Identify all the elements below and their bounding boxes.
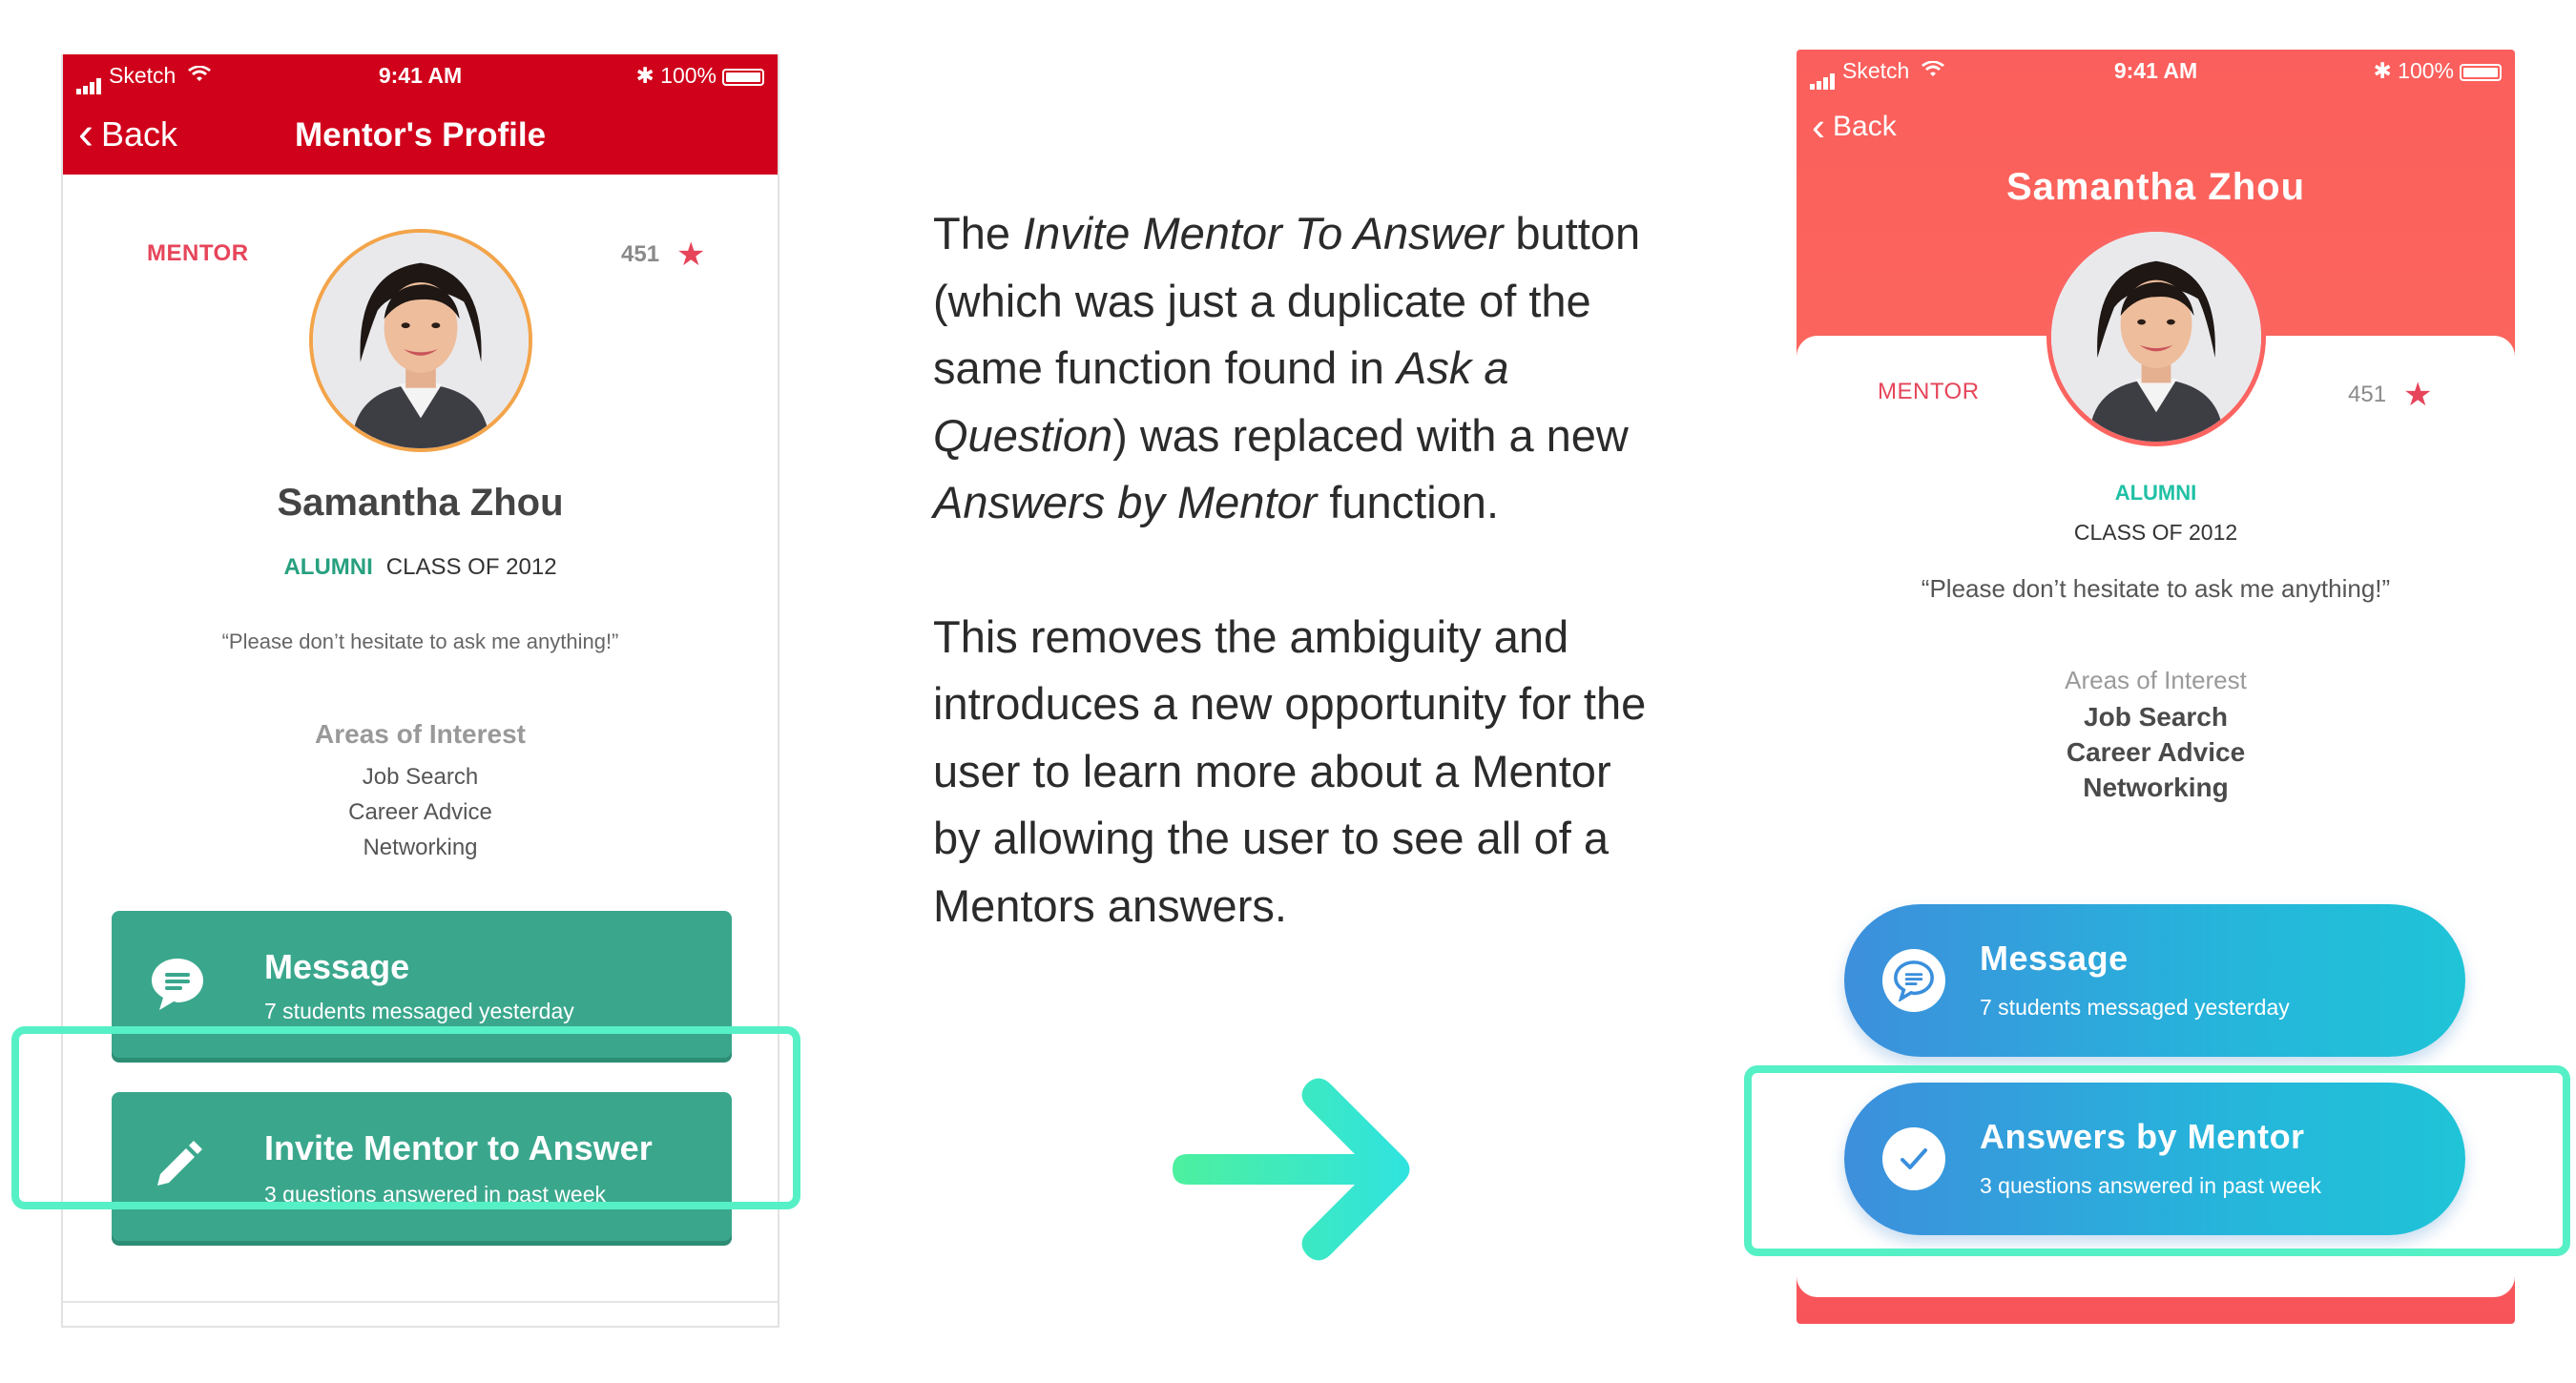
mentor-tag: MENTOR — [1878, 379, 1980, 404]
message-label: Message — [1980, 939, 2129, 978]
area-item: Networking — [363, 835, 478, 860]
mentor-quote: “Please don’t hesitate to ask me anythin… — [221, 630, 619, 653]
rating-value: 451 — [621, 241, 660, 267]
battery-percent: 100% — [2398, 58, 2454, 83]
battery: ✱ 100% — [635, 63, 764, 89]
rating: 451 ★ — [621, 236, 706, 274]
mentor-name: Samantha Zhou — [277, 482, 564, 524]
area-item: Job Search — [362, 764, 479, 790]
battery: ✱ 100% — [2373, 58, 2502, 84]
star-icon: ★ — [676, 237, 706, 273]
avatar — [2046, 227, 2266, 446]
description-paragraph-1: The Invite Mentor To Answer button (whic… — [933, 200, 1658, 537]
mentor-photo — [313, 233, 529, 448]
text-run-italic: Invite Mentor To Answer — [1023, 208, 1504, 258]
page-title: Mentor's Profile — [294, 116, 547, 154]
battery-percent: 100% — [660, 63, 717, 88]
areas-of-interest: Areas of Interest Job Search Career Advi… — [1797, 666, 2515, 805]
chevron-left-icon: ‹ — [1812, 104, 1825, 149]
class-line: ALUMNI CLASS OF 2012 — [63, 554, 778, 581]
avatar — [309, 229, 532, 452]
areas-header: Areas of Interest — [2065, 666, 2247, 694]
bluetooth-icon: ✱ — [635, 63, 654, 88]
message-button[interactable]: Message 7 students messaged yesterday — [1844, 904, 2465, 1057]
text-run: ) was replaced with a new — [1112, 409, 1629, 461]
mentor-quote: “Please don’t hesitate to ask me anythin… — [1921, 574, 2391, 603]
message-label: Message — [264, 947, 410, 986]
rating: 451 ★ — [2348, 376, 2433, 414]
text-run: The — [933, 208, 1024, 258]
bluetooth-icon: ✱ — [2373, 58, 2392, 83]
area-item: Networking — [2083, 773, 2229, 802]
mentor-photo — [2051, 232, 2261, 442]
areas-header: Areas of Interest — [315, 719, 526, 749]
new-button-highlight — [1744, 1065, 2570, 1256]
change-description: The Invite Mentor To Answer button (whic… — [933, 200, 1658, 1006]
back-label: Back — [1833, 111, 1897, 142]
areas-of-interest: Areas of Interest Job Search Career Advi… — [63, 719, 778, 865]
mentor-name: Samantha Zhou — [2005, 166, 2306, 208]
divider — [63, 1301, 778, 1303]
alumni-label: ALUMNI — [283, 554, 373, 580]
area-item: Career Advice — [2066, 737, 2246, 767]
area-item: Job Search — [2084, 702, 2228, 732]
message-sub: 7 students messaged yesterday — [264, 999, 574, 1023]
text-run: function. — [1317, 477, 1499, 527]
class-label: CLASS OF 2012 — [385, 554, 557, 580]
area-item: Career Advice — [348, 799, 492, 825]
status-bar: Sketch 9:41 AM ✱ 100% — [63, 54, 778, 96]
mentor-tag: MENTOR — [147, 240, 249, 266]
battery-icon — [722, 68, 764, 86]
class-label: CLASS OF 2012 — [2073, 520, 2238, 545]
chat-bubble-icon — [146, 953, 209, 1016]
description-paragraph-2: This removes the ambiguity and introduce… — [933, 610, 1647, 931]
message-sub: 7 students messaged yesterday — [1980, 995, 2290, 1020]
text-run-italic: Answers by Mentor — [933, 477, 1318, 527]
old-button-highlight — [11, 1026, 800, 1209]
rating-value: 451 — [2348, 382, 2387, 407]
alumni-label: ALUMNI — [2114, 481, 2197, 505]
arrow-right-icon — [1169, 1070, 1417, 1270]
old-nav-bar: Sketch 9:41 AM ✱ 100% ‹ Back Mentor's Pr… — [63, 54, 778, 175]
status-bar: Sketch 9:41 AM ✱ 100% — [1797, 50, 2515, 92]
battery-icon — [2460, 63, 2502, 81]
back-button[interactable]: ‹ Back — [1812, 107, 1897, 147]
star-icon: ★ — [2403, 377, 2433, 413]
chat-bubble-icon — [1882, 949, 1945, 1012]
